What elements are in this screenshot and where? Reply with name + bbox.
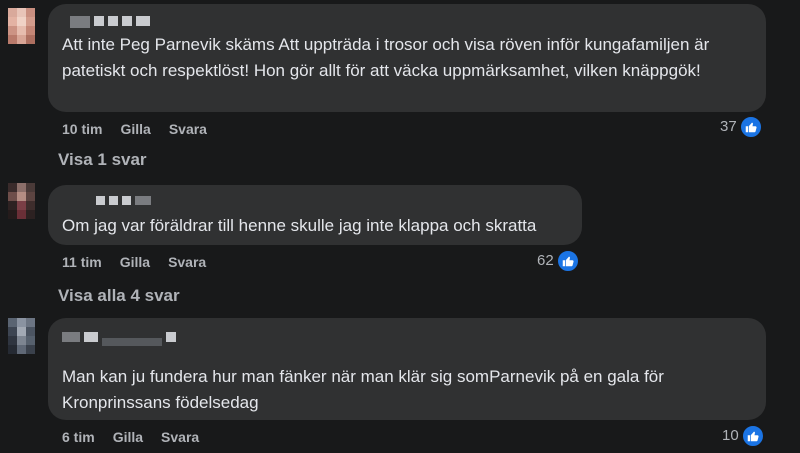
comment-text: Man kan ju fundera hur man fänker när ma… (62, 367, 664, 412)
reaction-count[interactable]: 62 (537, 249, 580, 273)
avatar[interactable] (8, 183, 36, 223)
reaction-count-value: 10 (722, 427, 739, 444)
reply-link[interactable]: Svara (168, 254, 206, 270)
thumbs-up-icon (738, 115, 763, 139)
avatar[interactable] (8, 318, 36, 358)
comment-actions: 10 tim Gilla Svara (62, 121, 225, 137)
view-replies-link[interactable]: Visa alla 4 svar (58, 286, 180, 306)
comment-text: Att inte Peg Parnevik skäms Att uppträda… (62, 35, 710, 80)
thumbs-up-icon (555, 249, 580, 273)
comment-actions: 11 tim Gilla Svara (62, 254, 224, 270)
comment-actions: 6 tim Gilla Svara (62, 429, 217, 445)
comment-timestamp[interactable]: 11 tim (62, 254, 102, 270)
reaction-count-value: 62 (537, 252, 554, 269)
author-name-redacted[interactable] (70, 14, 154, 28)
reaction-count[interactable]: 37 (720, 115, 763, 139)
thumbs-up-icon (740, 424, 765, 448)
like-link[interactable]: Gilla (120, 121, 150, 137)
reaction-count-value: 37 (720, 118, 737, 135)
reply-link[interactable]: Svara (169, 121, 207, 137)
like-link[interactable]: Gilla (113, 429, 143, 445)
comment-text: Om jag var föräldrar till henne skulle j… (62, 216, 537, 235)
like-link[interactable]: Gilla (120, 254, 150, 270)
author-name-redacted[interactable] (62, 332, 180, 346)
view-replies-link[interactable]: Visa 1 svar (58, 150, 147, 170)
comment-timestamp[interactable]: 10 tim (62, 121, 102, 137)
comment-timestamp[interactable]: 6 tim (62, 429, 95, 445)
reply-link[interactable]: Svara (161, 429, 199, 445)
author-name-redacted[interactable] (96, 196, 155, 210)
reaction-count[interactable]: 10 (722, 424, 765, 448)
avatar[interactable] (8, 8, 36, 48)
